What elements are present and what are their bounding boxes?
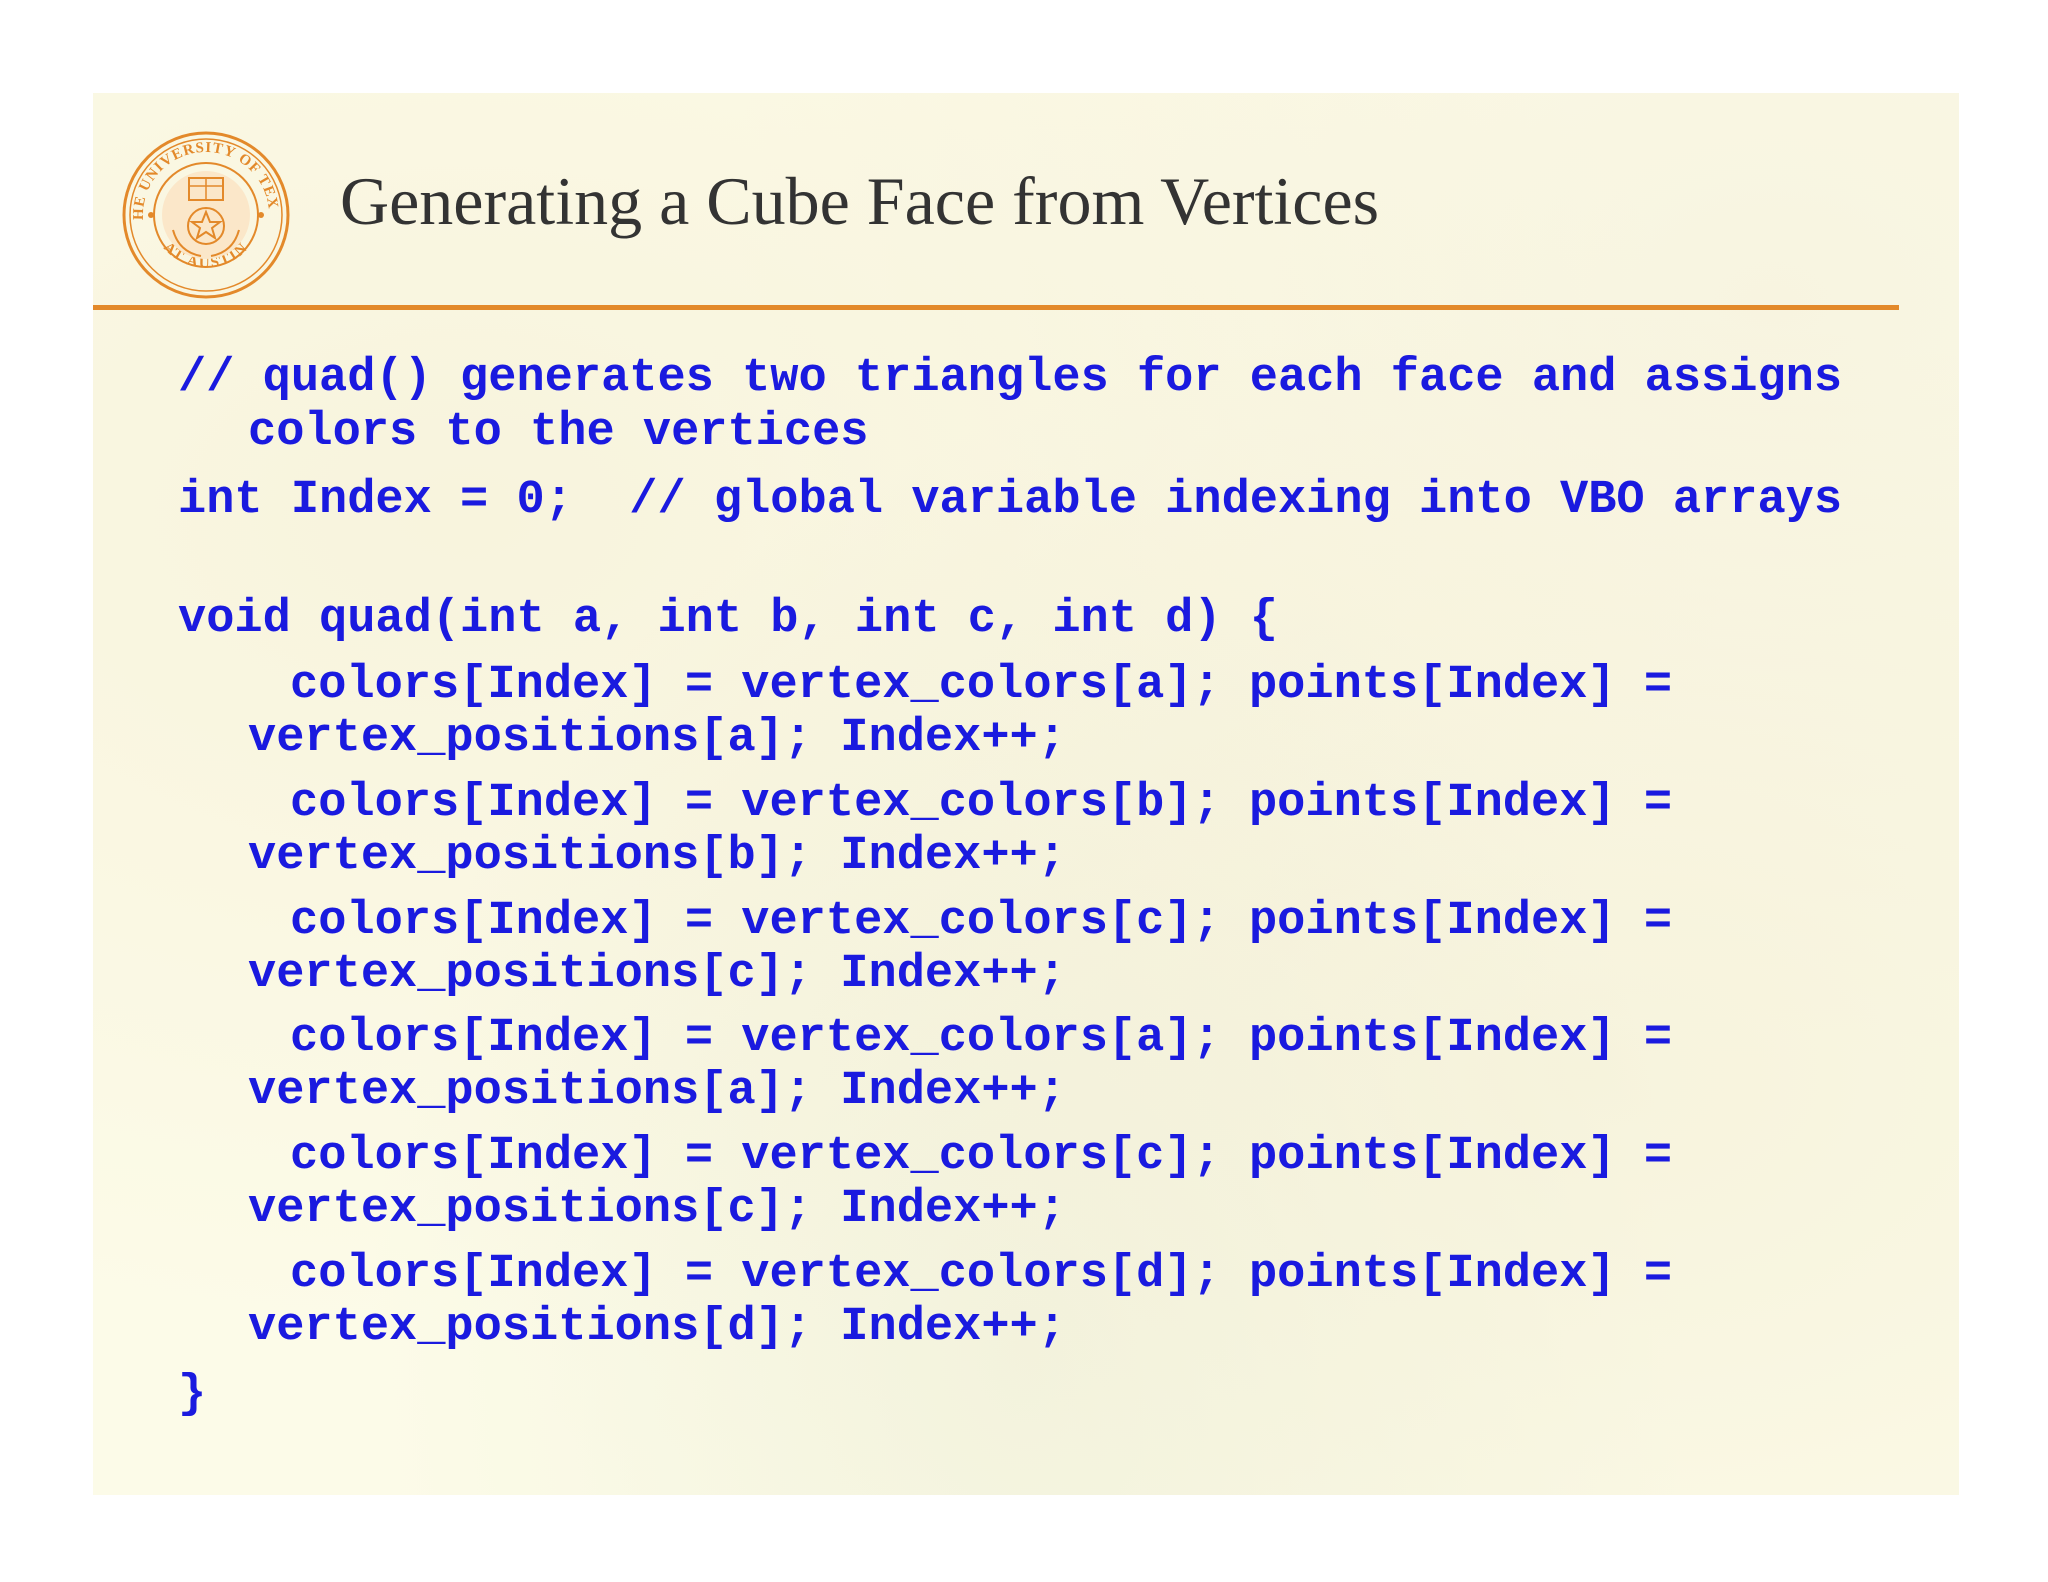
code-statement-4-line-2: vertex_positions[a]; Index++; — [248, 1065, 1066, 1118]
code-statement-1-line-1: colors[Index] = vertex_colors[a]; points… — [290, 659, 1673, 712]
code-statement-6-line-1: colors[Index] = vertex_colors[d]; points… — [290, 1248, 1673, 1301]
slide-title: Generating a Cube Face from Vertices — [340, 163, 1380, 239]
code-index-declaration: int Index = 0; // global variable indexi… — [178, 474, 1843, 527]
code-closing-brace: } — [178, 1368, 207, 1421]
university-seal-logo: THE UNIVERSITY OF TEXAS AT AUSTIN — [121, 130, 290, 299]
code-statement-2-line-2: vertex_positions[b]; Index++; — [248, 830, 1066, 883]
code-comment-line-2: colors to the vertices — [248, 406, 869, 459]
code-statement-5-line-2: vertex_positions[c]; Index++; — [248, 1183, 1066, 1236]
code-statement-6-line-2: vertex_positions[d]; Index++; — [248, 1301, 1066, 1354]
code-statement-3-line-2: vertex_positions[c]; Index++; — [248, 948, 1066, 1001]
code-statement-2-line-1: colors[Index] = vertex_colors[b]; points… — [290, 777, 1673, 830]
slide: THE UNIVERSITY OF TEXAS AT AUSTIN Genera… — [93, 93, 1959, 1495]
code-statement-4-line-1: colors[Index] = vertex_colors[a]; points… — [290, 1012, 1673, 1065]
title-divider — [93, 305, 1899, 310]
code-function-signature: void quad(int a, int b, int c, int d) { — [178, 593, 1278, 646]
code-statement-3-line-1: colors[Index] = vertex_colors[c]; points… — [290, 895, 1673, 948]
code-statement-5-line-1: colors[Index] = vertex_colors[c]; points… — [290, 1130, 1673, 1183]
code-statement-1-line-2: vertex_positions[a]; Index++; — [248, 712, 1066, 765]
code-comment-line-1: // quad() generates two triangles for ea… — [178, 352, 1843, 405]
